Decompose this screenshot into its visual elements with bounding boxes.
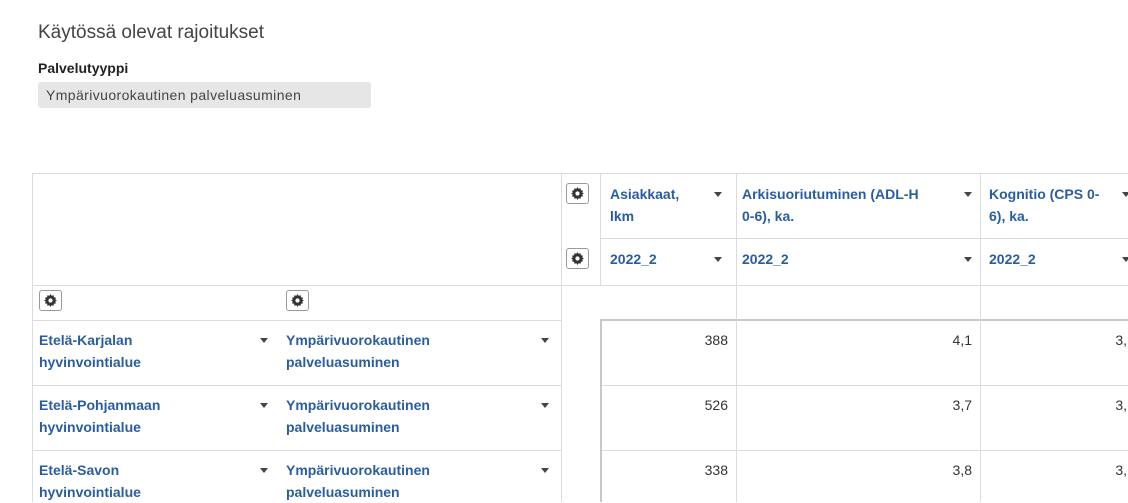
caret-down-icon[interactable] [1122, 257, 1128, 262]
region-line: Etelä-Karjalan [39, 332, 133, 348]
row-border-2 [32, 385, 561, 386]
column-header-line: Arkisuoriutuminen (ADL-H [742, 186, 919, 202]
service-line: palveluasuminen [286, 484, 400, 500]
caret-down-icon[interactable] [964, 257, 972, 262]
caret-down-icon[interactable] [714, 192, 722, 197]
gear-icon [291, 294, 304, 307]
region-line: Etelä-Savon [39, 462, 120, 478]
column-header-line: Asiakkaat, [610, 186, 680, 202]
period-settings-button[interactable] [566, 248, 589, 269]
value-cell: 3,8 [952, 462, 972, 478]
data-top-border [600, 319, 1128, 321]
row-border-1 [32, 320, 561, 321]
row-region[interactable]: Etelä-Pohjanmaan hyvinvointialue [39, 394, 160, 438]
caret-down-icon[interactable] [260, 468, 268, 473]
gear-icon [571, 187, 584, 200]
column-settings-button[interactable] [566, 183, 589, 204]
period-header-3[interactable]: 2022_2 [989, 248, 1036, 270]
filter-label: Palvelutyyppi [38, 60, 129, 76]
region-line: hyvinvointialue [39, 484, 141, 500]
column-header-customers[interactable]: Asiakkaat, lkm [610, 183, 715, 227]
header-bottom [32, 285, 1128, 286]
caret-down-icon[interactable] [541, 403, 549, 408]
row-region[interactable]: Etelä-Karjalan hyvinvointialue [39, 329, 141, 373]
region-line: hyvinvointialue [39, 354, 141, 370]
value-cell: 3, [1115, 462, 1127, 478]
col-divider-gear [600, 173, 601, 285]
period-header-2[interactable]: 2022_2 [742, 248, 789, 270]
service-line: palveluasuminen [286, 419, 400, 435]
region-line: Etelä-Pohjanmaan [39, 397, 161, 413]
col-divider-2 [980, 173, 981, 502]
row-border-2-data [600, 385, 1128, 386]
table-left-border [32, 173, 33, 502]
page-title: Käytössä olevat rajoitukset [38, 22, 265, 43]
service-line: Ympärivuorokautinen [286, 397, 430, 413]
service-line: Ympärivuorokautinen [286, 332, 430, 348]
period-header-1[interactable]: 2022_2 [610, 248, 657, 270]
column-header-adl[interactable]: Arkisuoriutuminen (ADL-H 0-6), ka. [742, 183, 952, 227]
region-line: hyvinvointialue [39, 419, 141, 435]
caret-down-icon[interactable] [714, 257, 722, 262]
service-settings-button[interactable] [286, 290, 309, 311]
table-top-border [32, 173, 1128, 174]
gear-icon [571, 252, 584, 265]
value-cell: 526 [704, 397, 728, 413]
data-left-border [600, 319, 602, 502]
filter-chip[interactable]: Ympärivuorokautinen palveluasuminen [38, 82, 371, 108]
row-service[interactable]: Ympärivuorokautinen palveluasuminen [286, 394, 430, 438]
value-cell: 388 [704, 332, 728, 348]
row-service[interactable]: Ympärivuorokautinen palveluasuminen [286, 459, 430, 503]
row-service[interactable]: Ympärivuorokautinen palveluasuminen [286, 329, 430, 373]
service-line: Ympärivuorokautinen [286, 462, 430, 478]
value-cell: 3, [1115, 332, 1127, 348]
value-cell: 4,1 [952, 332, 972, 348]
gear-icon [44, 294, 57, 307]
caret-down-icon[interactable] [260, 338, 268, 343]
caret-down-icon[interactable] [260, 403, 268, 408]
column-header-line: Kognitio (CPS 0- [989, 186, 1100, 202]
header-divider [600, 238, 1128, 239]
service-line: palveluasuminen [286, 354, 400, 370]
row-border-3 [32, 450, 561, 451]
row-border-3-data [600, 450, 1128, 451]
caret-down-icon[interactable] [541, 468, 549, 473]
col-divider-1 [736, 173, 737, 502]
value-cell: 3,7 [952, 397, 972, 413]
col-divider-left [561, 173, 562, 502]
row-region[interactable]: Etelä-Savon hyvinvointialue [39, 459, 141, 503]
value-cell: 338 [704, 462, 728, 478]
caret-down-icon[interactable] [541, 338, 549, 343]
region-settings-button[interactable] [39, 290, 62, 311]
column-header-line: lkm [610, 208, 635, 224]
caret-down-icon[interactable] [1122, 192, 1128, 197]
column-header-cps[interactable]: Kognitio (CPS 0- 6), ka. [989, 183, 1114, 227]
caret-down-icon[interactable] [964, 192, 972, 197]
value-cell: 3, [1115, 397, 1127, 413]
column-header-line: 6), ka. [989, 208, 1029, 224]
column-header-line: 0-6), ka. [742, 208, 795, 224]
